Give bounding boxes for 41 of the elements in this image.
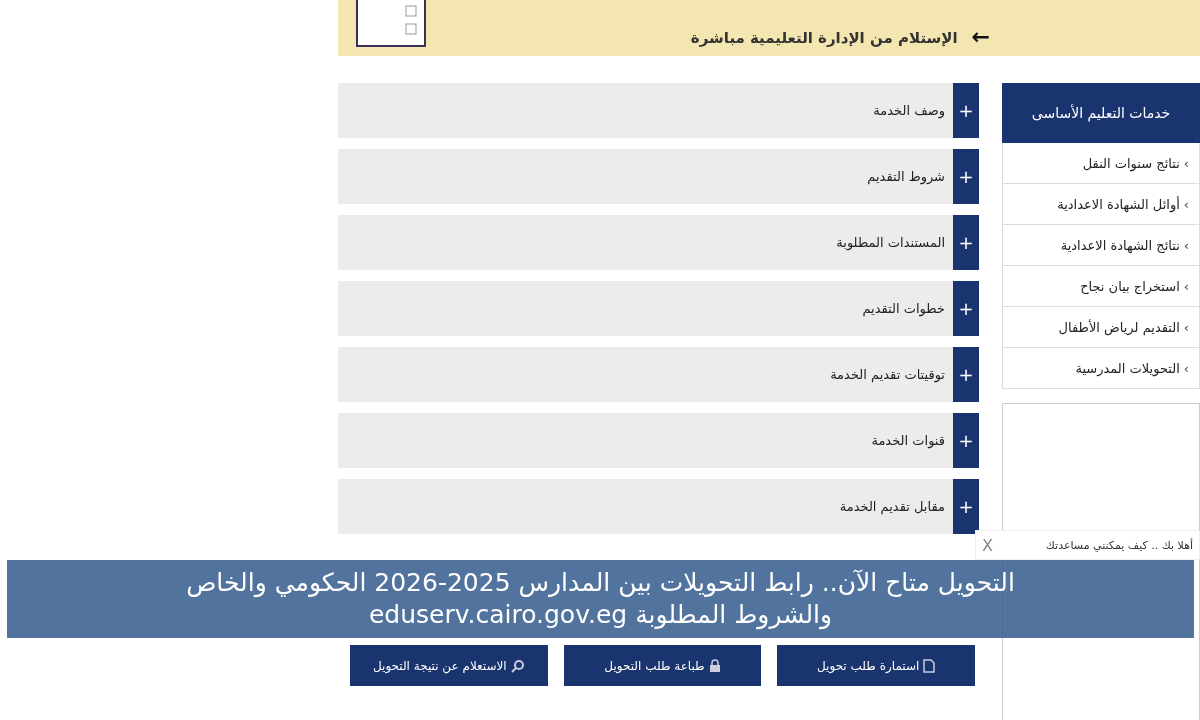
accordion-header[interactable]: + وصف الخدمة	[338, 83, 979, 138]
expand-toggle[interactable]: +	[953, 479, 979, 534]
accordion-label: المستندات المطلوبة	[836, 235, 945, 250]
action-button[interactable]: الاستعلام عن نتيجة التحويل	[350, 645, 548, 686]
banner-text: الإستلام من الإدارة التعليمية مباشرة	[689, 29, 958, 47]
accordion-header[interactable]: + توقيتات تقديم الخدمة	[338, 347, 979, 402]
expand-toggle[interactable]: +	[953, 83, 979, 138]
sidebar-item[interactable]: › أوائل الشهادة الاعدادية	[1002, 184, 1200, 225]
expand-toggle[interactable]: +	[953, 281, 979, 336]
sidebar-item[interactable]: › التحويلات المدرسية	[1002, 348, 1200, 389]
accordion-label: قنوات الخدمة	[871, 433, 945, 448]
accordion-header[interactable]: + شروط التقديم	[338, 149, 979, 204]
action-button[interactable]: استمارة طلب تحويل	[777, 645, 975, 686]
lock-icon	[708, 658, 721, 673]
sidebar-item[interactable]: › نتائج سنوات النقل	[1002, 143, 1200, 184]
accordion-header[interactable]: + قنوات الخدمة	[338, 413, 979, 468]
accordion-header[interactable]: + المستندات المطلوبة	[338, 215, 979, 270]
sidebar-item[interactable]: › استخراج بيان نجاح	[1002, 266, 1200, 307]
document-icon	[923, 658, 936, 673]
accordion-label: وصف الخدمة	[873, 103, 945, 118]
caption-text: التحويل متاح الآن.. رابط التحويلات بين المدارس 2025-2026 الحكومي والخاص	[186, 567, 1015, 599]
accordion-label: خطوات التقديم	[862, 301, 945, 316]
sidebar-item[interactable]: › التقديم لرياض الأطفال	[1002, 307, 1200, 348]
search-icon	[510, 658, 525, 673]
expand-toggle[interactable]: +	[953, 149, 979, 204]
sidebar-title: خدمات التعليم الأساسى	[1002, 83, 1200, 143]
chat-message: أهلا بك .. كيف يمكنني مساعدتك	[1045, 538, 1193, 552]
accordion-header[interactable]: + خطوات التقديم	[338, 281, 979, 336]
accordion-label: مقابل تقديم الخدمة	[839, 499, 945, 514]
accordion-header[interactable]: + مقابل تقديم الخدمة	[338, 479, 979, 534]
expand-toggle[interactable]: +	[953, 413, 979, 468]
expand-toggle[interactable]: +	[953, 215, 979, 270]
caption-text: والشروط المطلوبة eduserv.cairo.gov.eg	[368, 599, 833, 631]
accordion-label: شروط التقديم	[867, 169, 945, 184]
checklist-icon	[356, 0, 426, 48]
accordion-label: توقيتات تقديم الخدمة	[830, 367, 945, 382]
close-button[interactable]: X	[982, 535, 993, 555]
sidebar-item[interactable]: › نتائج الشهادة الاعدادية	[1002, 225, 1200, 266]
arrow-icon: ←	[971, 23, 990, 49]
expand-toggle[interactable]: +	[953, 347, 979, 402]
action-button[interactable]: طباعة طلب التحويل	[563, 645, 762, 686]
